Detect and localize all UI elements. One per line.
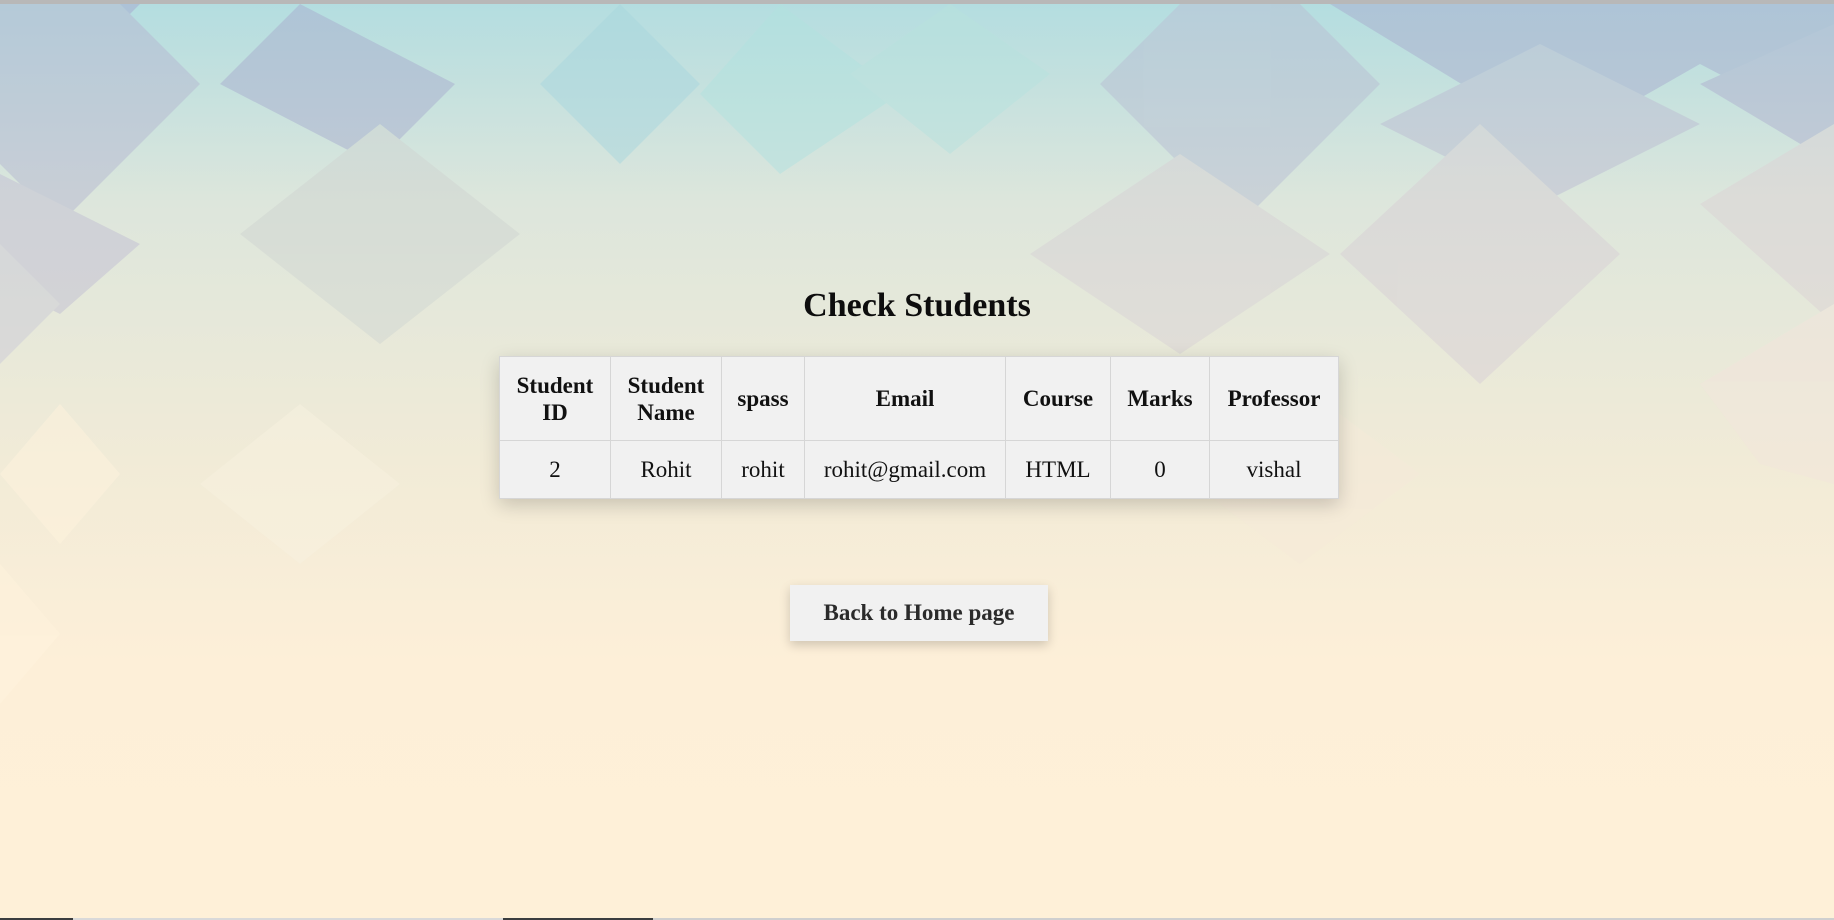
header-professor: Professor	[1209, 356, 1339, 441]
page-title: Check Students	[803, 287, 1031, 324]
cell-professor: vishal	[1209, 440, 1339, 499]
cell-spass: rohit	[721, 440, 805, 499]
cell-student-id: 2	[499, 440, 611, 499]
table-row: 2 Rohit rohit rohit@gmail.com HTML 0 vis…	[499, 440, 1339, 499]
header-spass: spass	[721, 356, 805, 441]
header-course: Course	[1005, 356, 1111, 441]
cell-student-name: Rohit	[610, 440, 722, 499]
cell-course: HTML	[1005, 440, 1111, 499]
cell-marks: 0	[1110, 440, 1210, 499]
table-header-row: Student ID Student Name spass Email Cour	[499, 356, 1339, 441]
students-table-container: Student ID Student Name spass Email Cour	[499, 356, 1339, 499]
header-student-name: Student Name	[610, 356, 722, 441]
cell-email: rohit@gmail.com	[804, 440, 1006, 499]
header-email: Email	[804, 356, 1006, 441]
header-marks: Marks	[1110, 356, 1210, 441]
main-content: Check Students Student ID Student Name s…	[0, 0, 1834, 920]
back-to-home-button[interactable]: Back to Home page	[790, 585, 1048, 641]
students-table: Student ID Student Name spass Email Cour	[499, 356, 1339, 499]
header-student-id: Student ID	[499, 356, 611, 441]
